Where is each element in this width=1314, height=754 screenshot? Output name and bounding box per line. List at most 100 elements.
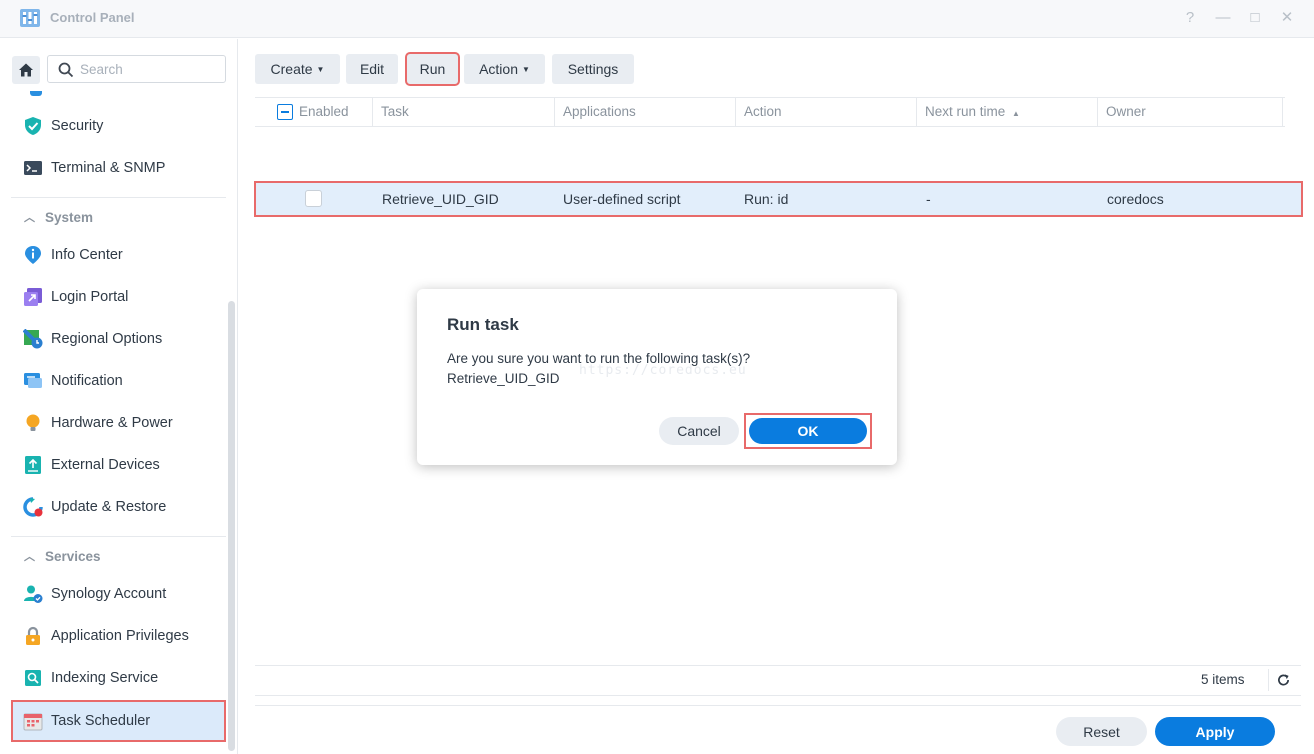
sidebar-item-info-center[interactable]: Info Center	[11, 235, 226, 275]
settings-label: Settings	[567, 61, 619, 77]
indexing-icon	[23, 668, 43, 688]
apply-button[interactable]: Apply	[1155, 717, 1275, 746]
action-button[interactable]: Action ▼	[464, 54, 545, 84]
close-icon[interactable]: ✕	[1277, 8, 1297, 28]
sidebar-item-terminal[interactable]: Terminal & SNMP	[11, 148, 226, 188]
ok-button-highlight: OK	[744, 413, 872, 449]
sidebar-item-application-privileges[interactable]: Application Privileges	[11, 616, 226, 656]
sidebar-item-label: Hardware & Power	[51, 415, 173, 431]
enabled-checkbox[interactable]	[305, 190, 322, 207]
sidebar-item-regional-options[interactable]: Regional Options	[11, 319, 226, 359]
sidebar-item-label: Security	[51, 118, 104, 134]
settings-button[interactable]: Settings	[552, 54, 634, 84]
divider	[11, 536, 226, 537]
globe-clock-icon	[23, 329, 43, 349]
action-label: Action	[479, 61, 518, 77]
calendar-icon	[23, 711, 43, 731]
column-label: Enabled	[299, 104, 349, 119]
sidebar-item-hardware-power[interactable]: Hardware & Power	[11, 403, 226, 443]
title-bar: Control Panel ? — □ ✕	[0, 0, 1314, 38]
account-icon	[23, 584, 43, 604]
select-all-checkbox[interactable]	[277, 104, 293, 120]
notification-icon	[23, 371, 43, 391]
sort-asc-icon: ▲	[1012, 109, 1020, 118]
run-label: Run	[419, 61, 446, 77]
create-button[interactable]: Create ▼	[255, 54, 340, 84]
section-system[interactable]: ︿ System	[24, 207, 93, 227]
ok-button[interactable]: OK	[749, 418, 867, 444]
sidebar-item-synology-account[interactable]: Synology Account	[11, 574, 226, 614]
dialog-task-name: Retrieve_UID_GID	[447, 371, 560, 386]
table-row[interactable]: Retrieve_UID_GID User-defined script Run…	[254, 181, 1303, 217]
login-portal-icon	[23, 287, 43, 307]
column-action[interactable]: Action	[736, 98, 917, 126]
sidebar-item-label: External Devices	[51, 457, 160, 473]
bulb-icon	[23, 413, 43, 433]
search-field[interactable]	[47, 55, 226, 83]
create-label: Create	[270, 61, 313, 77]
window-title: Control Panel	[50, 10, 135, 25]
sidebar-item-label: Task Scheduler	[51, 713, 151, 729]
caret-down-icon: ▼	[316, 64, 325, 74]
info-icon	[23, 245, 43, 265]
divider	[11, 197, 226, 198]
reset-button[interactable]: Reset	[1056, 717, 1147, 746]
sidebar-item-login-portal[interactable]: Login Portal	[11, 277, 226, 317]
lock-icon	[23, 626, 43, 646]
divider	[255, 695, 1301, 696]
minimize-icon[interactable]: —	[1213, 8, 1233, 28]
column-next-run-time[interactable]: Next run time ▲	[917, 98, 1098, 126]
sidebar-item-task-scheduler[interactable]: Task Scheduler	[11, 700, 226, 742]
column-label: Next run time	[925, 104, 1006, 119]
sidebar-item-update-restore[interactable]: Update & Restore	[11, 487, 226, 527]
sidebar-item-external-devices[interactable]: External Devices	[11, 445, 226, 485]
sidebar-scrollbar[interactable]	[228, 301, 235, 751]
maximize-icon[interactable]: □	[1245, 8, 1265, 28]
partial-icon	[30, 91, 42, 96]
sidebar-item-label: Application Privileges	[51, 628, 189, 644]
chevron-up-icon: ︿	[24, 551, 35, 563]
edit-label: Edit	[359, 61, 385, 77]
help-icon[interactable]: ?	[1180, 8, 1200, 28]
terminal-icon	[23, 158, 43, 178]
home-button[interactable]	[12, 56, 40, 84]
section-services[interactable]: ︿ Services	[24, 546, 101, 566]
sidebar-item-label: Indexing Service	[51, 670, 159, 686]
column-label: Task	[381, 104, 409, 119]
column-applications[interactable]: Applications	[555, 98, 736, 126]
column-label: Action	[744, 104, 782, 119]
column-label: Owner	[1106, 104, 1146, 119]
caret-down-icon: ▼	[522, 64, 530, 74]
sidebar-item-label: Info Center	[51, 247, 123, 263]
action-cell: Run: id	[744, 191, 789, 207]
column-label: Applications	[563, 104, 636, 119]
dialog-message: Are you sure you want to run the followi…	[447, 351, 751, 366]
sidebar-item-security[interactable]: Security	[11, 106, 226, 146]
refresh-button[interactable]	[1268, 669, 1290, 691]
search-input[interactable]	[80, 60, 220, 78]
divider	[255, 665, 1301, 666]
sidebar-item-label: Synology Account	[51, 586, 167, 602]
dialog-title: Run task	[447, 315, 519, 334]
sidebar-item-label: Login Portal	[51, 289, 129, 305]
section-label: Services	[45, 548, 101, 564]
search-icon	[58, 62, 74, 78]
next-run-time-cell: -	[926, 191, 931, 207]
column-enabled[interactable]: Enabled	[255, 98, 373, 126]
sidebar-item-label: Notification	[51, 373, 123, 389]
sidebar-item-label: Regional Options	[51, 331, 163, 347]
edit-button[interactable]: Edit	[346, 54, 398, 84]
column-task[interactable]: Task	[373, 98, 555, 126]
grid-header: Enabled Task Applications Action Next ru…	[255, 97, 1285, 127]
sidebar-item-label: Terminal & SNMP	[51, 160, 166, 176]
update-icon	[23, 497, 43, 517]
column-owner[interactable]: Owner	[1098, 98, 1283, 126]
run-button[interactable]: Run	[405, 52, 460, 86]
sidebar-item-indexing-service[interactable]: Indexing Service	[11, 658, 226, 698]
section-label: System	[45, 209, 94, 225]
cancel-button[interactable]: Cancel	[659, 417, 739, 445]
chevron-up-icon: ︿	[24, 212, 35, 224]
owner-cell: coredocs	[1107, 191, 1164, 207]
sidebar-item-notification[interactable]: Notification	[11, 361, 226, 401]
applications-cell: User-defined script	[563, 191, 681, 207]
